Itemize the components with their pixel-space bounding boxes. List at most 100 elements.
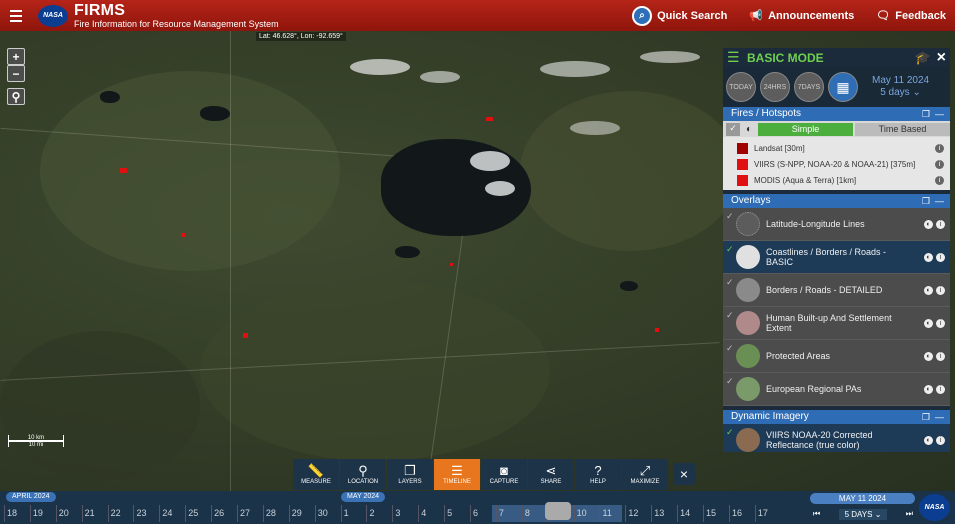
fire-detection[interactable] — [486, 117, 493, 121]
fire-detection[interactable] — [655, 328, 659, 332]
opacity-icon[interactable]: ◐ — [924, 435, 933, 445]
info-icon[interactable]: i — [936, 252, 945, 262]
layers-button[interactable]: ❐ LAYERS — [387, 459, 433, 490]
copy-icon[interactable]: ❐ — [922, 410, 930, 424]
fire-layer-modis[interactable]: MODIS (Aqua & Terra) [1km] i — [737, 172, 950, 188]
zoom-in-button[interactable]: + — [7, 48, 25, 65]
info-icon[interactable]: i — [936, 318, 945, 328]
today-button[interactable]: TODAY — [726, 72, 756, 102]
share-button[interactable]: ⋖ SHARE — [528, 459, 574, 490]
timeline[interactable]: APRIL 2024 MAY 2024 18 19 20 21 22 23 24 25 26 27… — [0, 491, 955, 524]
check-icon[interactable]: ✓ — [726, 427, 734, 438]
timeline-day[interactable]: 14 — [677, 505, 703, 522]
timeline-day[interactable]: 4 — [418, 505, 444, 522]
7days-button[interactable]: 7DAYS — [794, 72, 824, 102]
timeline-day[interactable]: 8 — [521, 505, 548, 522]
timeline-day[interactable]: 23 — [133, 505, 159, 522]
timeline-day[interactable]: 16 — [728, 505, 755, 522]
help-button[interactable]: ? HELP — [575, 459, 621, 490]
opacity-icon[interactable]: ◐ — [924, 285, 933, 295]
overlay-coastlines-basic[interactable]: ✓ Coastlines / Borders / Roads - BASIC ◐… — [723, 241, 950, 274]
menu-icon[interactable] — [2, 0, 30, 31]
timeline-day[interactable]: 12 — [625, 505, 651, 522]
step-forward-icon[interactable]: ⏭ — [906, 509, 913, 519]
info-icon[interactable]: i — [935, 175, 944, 185]
timeline-day[interactable]: 3 — [392, 505, 418, 522]
timeline-day[interactable]: 15 — [703, 505, 729, 522]
check-icon[interactable]: ✓ — [726, 376, 734, 387]
date-range-select[interactable]: May 11 2024 5 days ⌄ — [872, 75, 929, 99]
fire-detection[interactable] — [243, 333, 248, 338]
collapse-icon[interactable]: — — [935, 194, 944, 208]
info-icon[interactable]: i — [935, 159, 944, 169]
timeline-day[interactable]: 27 — [237, 505, 263, 522]
dynamic-imagery-section-header[interactable]: Dynamic Imagery ❐ — — [723, 410, 950, 424]
capture-button[interactable]: ◙ CAPTURE — [481, 459, 527, 490]
fire-layer-landsat[interactable]: Landsat [30m] i — [737, 140, 950, 156]
timeline-day[interactable]: 6 — [470, 505, 496, 522]
check-icon[interactable]: ✓ — [726, 211, 734, 222]
timeline-day[interactable]: 25 — [185, 505, 211, 522]
copy-icon[interactable]: ❐ — [922, 194, 930, 208]
time-based-mode-tab[interactable]: Time Based — [855, 122, 950, 136]
collapse-icon[interactable]: — — [935, 410, 944, 424]
opacity-icon[interactable]: ◐ — [924, 252, 933, 262]
overlays-section-header[interactable]: Overlays ❐ — — [723, 194, 950, 208]
24hrs-button[interactable]: 24HRS — [760, 72, 790, 102]
location-pin-button[interactable]: ⚲ — [7, 88, 25, 105]
calendar-icon[interactable]: ▦ — [828, 72, 858, 102]
fire-detection[interactable] — [181, 233, 185, 237]
opacity-icon[interactable]: ◐ — [924, 219, 933, 229]
simple-mode-tab[interactable]: Simple — [758, 122, 853, 136]
graduation-cap-icon[interactable]: 🎓 — [914, 50, 930, 66]
overlay-european-pas[interactable]: ✓ European Regional PAs ◐ i — [723, 373, 950, 406]
overlay-human-built-up[interactable]: ✓ Human Built-up And Settlement Extent ◐… — [723, 307, 950, 340]
info-icon[interactable]: i — [936, 219, 945, 229]
info-icon[interactable]: i — [936, 384, 945, 394]
timeline-day[interactable]: 10 — [573, 505, 600, 522]
close-toolbar-button[interactable]: × — [673, 463, 695, 485]
timeline-button[interactable]: ☰ TIMELINE — [434, 459, 480, 490]
opacity-icon[interactable]: ◐ — [924, 318, 933, 328]
timeline-day[interactable]: 21 — [81, 505, 108, 522]
timeline-day[interactable]: 28 — [262, 505, 289, 522]
menu-icon[interactable]: ☰ — [727, 49, 747, 66]
timeline-day[interactable]: 2 — [366, 505, 392, 522]
timeline-day[interactable]: 1 — [340, 505, 367, 522]
overlay-protected-areas[interactable]: ✓ Protected Areas ◐ i — [723, 340, 950, 373]
fires-section-header[interactable]: Fires / Hotspots ❐ — — [723, 107, 950, 121]
info-icon[interactable]: i — [936, 351, 945, 361]
check-icon[interactable]: ✓ — [726, 310, 734, 321]
fire-layer-viirs[interactable]: VIIRS (S-NPP, NOAA-20 & NOAA-21) [375m] … — [737, 156, 950, 172]
timeline-slider-handle[interactable] — [545, 502, 571, 520]
copy-icon[interactable]: ❐ — [922, 107, 930, 121]
fires-checkbox[interactable]: ✓ — [726, 122, 740, 136]
info-icon[interactable]: i — [936, 435, 945, 445]
feedback-button[interactable]: 🗨 Feedback — [876, 9, 946, 23]
overlay-lat-lon-lines[interactable]: ✓ Latitude-Longitude Lines ◐ i — [723, 208, 950, 241]
announcements-button[interactable]: 📢 Announcements — [749, 9, 854, 23]
info-icon[interactable]: i — [936, 285, 945, 295]
check-icon[interactable]: ✓ — [726, 343, 734, 354]
timeline-day[interactable]: 11 — [599, 505, 625, 522]
fire-detection[interactable] — [450, 263, 453, 266]
timeline-day[interactable]: 17 — [754, 505, 781, 522]
maximize-button[interactable]: ⤢ MAXIMIZE — [622, 459, 668, 490]
quick-search-button[interactable]: ⌕ Quick Search — [632, 5, 727, 26]
dynamic-imagery-viirs[interactable]: ✓ VIIRS NOAA-20 Corrected Reflectance (t… — [723, 424, 950, 452]
opacity-icon[interactable]: ◐ — [924, 351, 933, 361]
timeline-day[interactable]: 19 — [29, 505, 56, 522]
timeline-day[interactable]: 18 — [4, 505, 30, 522]
collapse-icon[interactable]: — — [935, 107, 944, 121]
timeline-current-date[interactable]: MAY 11 2024 — [810, 493, 915, 504]
location-button[interactable]: ⚲ LOCATION — [340, 459, 386, 490]
check-icon[interactable]: ✓ — [726, 277, 734, 288]
measure-button[interactable]: 📏 MEASURE — [293, 459, 339, 490]
overlay-borders-roads-detailed[interactable]: ✓ Borders / Roads - DETAILED ◐ i — [723, 274, 950, 307]
timeline-day[interactable]: 29 — [288, 505, 315, 522]
timeline-day[interactable]: 24 — [159, 505, 185, 522]
timeline-day[interactable]: 5 — [444, 505, 470, 522]
opacity-icon[interactable]: ◐ — [924, 384, 933, 394]
step-back-icon[interactable]: ⏮ — [813, 509, 820, 519]
timeline-day[interactable]: 7 — [495, 505, 522, 522]
